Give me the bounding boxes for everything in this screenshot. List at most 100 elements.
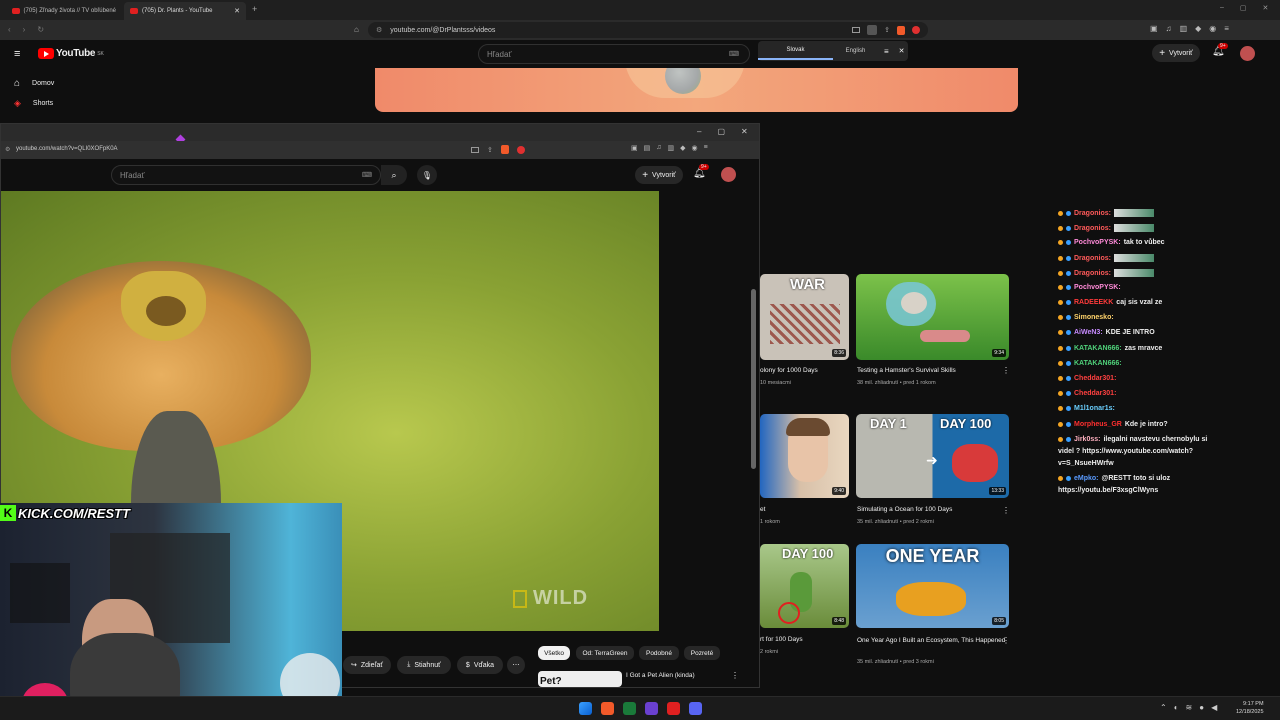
search-input[interactable]: Hľadať ⌨	[111, 165, 381, 185]
create-button[interactable]: + Vytvoriť	[1152, 44, 1200, 62]
translate-menu-icon[interactable]: ≡	[884, 47, 889, 56]
next-video-title[interactable]: I Got a Pet Alien (kinda)	[626, 672, 695, 679]
wifi-icon[interactable]: ≋	[1186, 703, 1193, 712]
brave-browser-icon[interactable]	[601, 702, 614, 715]
cast-icon[interactable]	[852, 27, 861, 33]
youtube-logo[interactable]: YouTube SK	[38, 48, 104, 59]
chat-username[interactable]: Simonesko:	[1074, 314, 1114, 321]
sidebar-icon[interactable]: ▥	[1180, 24, 1188, 33]
share-page-icon[interactable]: ⇪	[487, 146, 493, 154]
maximize-icon[interactable]: ▢	[1240, 4, 1247, 12]
chat-username[interactable]: eMpko:	[1074, 475, 1099, 482]
more-options-icon[interactable]: ⋮	[731, 671, 739, 680]
chip-all[interactable]: Všetko	[538, 646, 570, 660]
site-info-icon[interactable]: ⚙	[376, 26, 382, 34]
translate-icon[interactable]	[867, 25, 878, 35]
close-tab-icon[interactable]: ✕	[234, 7, 240, 15]
chat-username[interactable]: Dragonios:	[1074, 270, 1111, 277]
close-window-icon[interactable]: ✕	[1263, 4, 1269, 12]
reload-icon[interactable]: ↻	[37, 25, 44, 34]
popup-address-bar[interactable]: ⚙ youtube.com/watch?v=QLI0XOFpK0A ⇪ ▣ ▤ …	[1, 141, 759, 159]
chat-username[interactable]: Cheddar301:	[1074, 390, 1116, 397]
voice-search-button[interactable]: 🎙︎	[417, 165, 437, 185]
discord-icon[interactable]	[689, 702, 702, 715]
video-thumbnail[interactable]: DAY 100 8:48	[760, 544, 849, 628]
extension-puzzle-icon[interactable]: ▣	[1150, 24, 1158, 33]
download-button[interactable]: ⤓ Stiahnuť	[397, 656, 451, 674]
microphone-icon[interactable]: ●	[1199, 703, 1204, 712]
browser-tab[interactable]: (705) Zľnady života // TV obľúbené	[6, 2, 122, 20]
excel-icon[interactable]	[623, 702, 636, 715]
translate-target-tab[interactable]: English	[833, 48, 878, 54]
extension-puzzle-icon[interactable]: ▣	[631, 144, 638, 152]
video-thumbnail[interactable]: WAR 8:36	[760, 274, 849, 360]
brave-rewards-icon[interactable]	[516, 145, 525, 154]
more-options-icon[interactable]: ⋮	[1002, 636, 1010, 645]
create-button[interactable]: + Vytvoriť	[635, 166, 683, 184]
menu-icon[interactable]: ≡	[704, 144, 708, 152]
tab-icon[interactable]: ▤	[644, 144, 651, 152]
sidebar-item-home[interactable]: ⌂ Domov	[14, 78, 54, 89]
chat-username[interactable]: PochvoPYSK:	[1074, 284, 1121, 291]
address-bar[interactable]: ⚙ youtube.com/@DrPlantsss/videos ⇪	[368, 22, 928, 38]
brave-rewards-icon[interactable]	[912, 26, 920, 34]
close-window-icon[interactable]: ✕	[741, 127, 748, 136]
video-title[interactable]: rt for 100 Days	[760, 636, 803, 643]
minimize-icon[interactable]: –	[1220, 4, 1224, 12]
chat-username[interactable]: Dragonios:	[1074, 255, 1111, 262]
video-thumbnail[interactable]: DAY 1 DAY 100 ➜ 13:33	[856, 414, 1009, 498]
music-icon[interactable]: ♫	[656, 144, 661, 152]
music-icon[interactable]: ♫	[1166, 24, 1172, 33]
translate-source-tab[interactable]: Slovak	[758, 42, 833, 60]
chip-watched[interactable]: Pozreté	[684, 646, 720, 660]
site-info-icon[interactable]: ⚙	[5, 146, 10, 153]
twitch-icon[interactable]	[645, 702, 658, 715]
chip-related[interactable]: Podobné	[639, 646, 679, 660]
avatar[interactable]	[721, 167, 736, 182]
forward-icon[interactable]: ›	[23, 25, 26, 34]
keyboard-icon[interactable]: ⌨	[729, 50, 739, 58]
chat-username[interactable]: Jirk0ss:	[1074, 436, 1100, 443]
vpn-icon[interactable]: ◉	[1209, 24, 1216, 33]
video-title[interactable]: Testing a Hamster's Survival Skills	[857, 367, 956, 374]
chat-username[interactable]: AiWeN3:	[1074, 329, 1103, 336]
video-title[interactable]: One Year Ago I Built an Ecosystem, This …	[857, 636, 1007, 645]
new-tab-icon[interactable]: +	[252, 4, 257, 14]
more-options-icon[interactable]: ⋮	[1002, 506, 1010, 515]
windows-start-icon[interactable]	[579, 702, 592, 715]
sidebar-item-shorts[interactable]: ◈ Shorts	[14, 98, 53, 109]
maximize-icon[interactable]: ▢	[717, 127, 725, 136]
sidebar-icon[interactable]: ▥	[668, 144, 675, 152]
video-title[interactable]: olony for 1000 Days	[760, 367, 818, 374]
tray-expand-icon[interactable]: ⌃	[1160, 703, 1167, 712]
chat-username[interactable]: Cheddar301:	[1074, 375, 1116, 382]
tray-app-icon[interactable]: ◐	[1174, 703, 1179, 712]
scrollbar[interactable]	[751, 289, 756, 469]
chat-username[interactable]: Dragonios:	[1074, 210, 1111, 217]
translate-close-icon[interactable]: ✕	[899, 47, 905, 55]
minimize-icon[interactable]: –	[697, 127, 701, 136]
chip-from-channel[interactable]: Od: TerraGreen	[576, 646, 634, 660]
menu-icon[interactable]: ≡	[1224, 24, 1229, 33]
keyboard-icon[interactable]: ⌨	[362, 171, 372, 179]
volume-icon[interactable]: ◀	[1211, 703, 1217, 712]
wallet-icon[interactable]: ◆	[1195, 24, 1201, 33]
share-button[interactable]: ↪ Zdieľať	[343, 656, 391, 674]
browser-tab-active[interactable]: (705) Dr. Plants - YouTube ✕	[124, 2, 246, 20]
wallet-icon[interactable]: ◆	[680, 144, 685, 152]
video-thumbnail[interactable]: 9:40	[760, 414, 849, 498]
chat-username[interactable]: Morpheus_GR	[1074, 421, 1122, 428]
chat-username[interactable]: M1l1onar1s:	[1074, 405, 1115, 412]
chat-username[interactable]: KATAKAN666:	[1074, 345, 1122, 352]
video-thumbnail[interactable]: ONE YEAR 8:05	[856, 544, 1009, 628]
clock[interactable]: 9:17 PM 12/18/2025	[1236, 700, 1264, 716]
search-button[interactable]: ⌕	[381, 165, 407, 185]
chat-username[interactable]: PochvoPYSK:	[1074, 239, 1121, 246]
brave-shield-icon[interactable]	[500, 145, 509, 154]
more-options-icon[interactable]: ⋮	[1002, 366, 1010, 375]
hamburger-menu-icon[interactable]: ≡	[14, 48, 20, 60]
thanks-button[interactable]: $ Vďaka	[457, 656, 503, 674]
chat-username[interactable]: RADEEEKK	[1074, 299, 1113, 306]
video-thumbnail[interactable]: 9:34	[856, 274, 1009, 360]
share-page-icon[interactable]: ⇪	[884, 26, 890, 34]
